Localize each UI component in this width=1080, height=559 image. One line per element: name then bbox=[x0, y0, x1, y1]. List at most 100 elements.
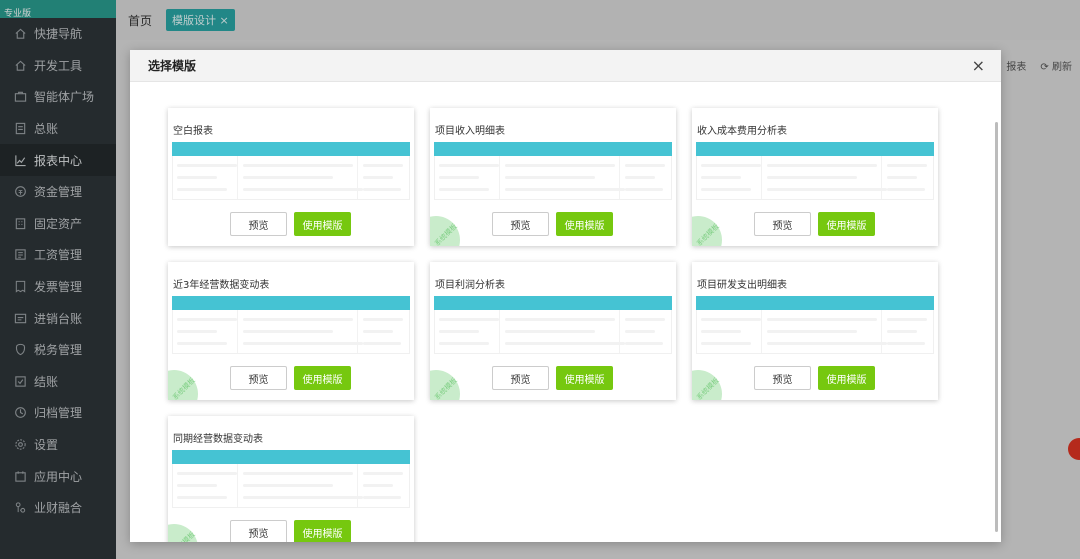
thumbnail-row-line bbox=[177, 472, 237, 475]
template-card-title: 项目收入明细表 bbox=[435, 126, 505, 137]
modal-scrollbar[interactable] bbox=[995, 122, 998, 532]
modal-title: 选择模版 bbox=[148, 59, 197, 73]
thumbnail-row-line bbox=[243, 496, 363, 499]
template-card-title: 收入成本费用分析表 bbox=[697, 126, 787, 137]
thumbnail-row-line bbox=[767, 342, 887, 345]
select-template-modal: 选择模版 × 空白报表 预览 使用模版 项目收入明细表 系统模板 预览 使用模版 收入成本费用… bbox=[130, 50, 1001, 542]
thumbnail-column-divider bbox=[499, 156, 500, 199]
preview-button[interactable]: 预览 bbox=[230, 212, 287, 236]
preview-button[interactable]: 预览 bbox=[230, 366, 287, 390]
thumbnail-column-divider bbox=[499, 310, 500, 353]
thumbnail-row-line bbox=[243, 472, 353, 475]
thumbnail-row-line bbox=[243, 484, 333, 487]
template-card: 同期经营数据变动表系统模板预览使用模版 bbox=[168, 416, 414, 542]
use-template-button[interactable]: 使用模版 bbox=[556, 366, 613, 390]
thumbnail-row-line bbox=[439, 176, 479, 179]
preview-button[interactable]: 预览 bbox=[230, 520, 287, 542]
thumbnail-column-divider bbox=[619, 156, 620, 199]
thumbnail-column-divider bbox=[237, 464, 238, 507]
thumbnail-row-line bbox=[505, 342, 625, 345]
template-card-actions: 预览 使用模版 bbox=[754, 212, 875, 236]
thumbnail-row-line bbox=[625, 342, 663, 345]
template-thumbnail bbox=[172, 450, 410, 508]
thumbnail-row-line bbox=[177, 176, 217, 179]
thumbnail-column-divider bbox=[357, 464, 358, 507]
preview-button[interactable]: 预览 bbox=[492, 366, 549, 390]
thumbnail-row-line bbox=[243, 330, 333, 333]
thumbnail-row-line bbox=[177, 484, 217, 487]
modal-header: 选择模版 × bbox=[130, 50, 1001, 82]
thumbnail-row-line bbox=[701, 318, 761, 321]
use-template-button[interactable]: 使用模版 bbox=[556, 212, 613, 236]
thumbnail-row-line bbox=[505, 176, 595, 179]
template-card-actions: 预览 使用模版 bbox=[230, 212, 351, 236]
thumbnail-row-line bbox=[767, 318, 877, 321]
template-card: 空白报表 预览 使用模版 bbox=[168, 108, 414, 246]
thumbnail-row-line bbox=[625, 164, 665, 167]
template-card: 收入成本费用分析表 系统模板 预览 使用模版 bbox=[692, 108, 938, 246]
template-card-actions: 预览 使用模版 bbox=[492, 366, 613, 390]
thumbnail-row-line bbox=[701, 342, 751, 345]
thumbnail-row-line bbox=[887, 176, 917, 179]
template-card-title: 近3年经营数据变动表 bbox=[173, 280, 270, 291]
thumbnail-row-line bbox=[505, 330, 595, 333]
thumbnail-row-line bbox=[177, 164, 237, 167]
thumbnail-row-line bbox=[767, 188, 887, 191]
thumbnail-row-line bbox=[439, 188, 489, 191]
template-card: 近3年经营数据变动表 系统模板 预览 使用模版 bbox=[168, 262, 414, 400]
thumbnail-row-line bbox=[767, 176, 857, 179]
thumbnail-row-line bbox=[625, 176, 655, 179]
use-template-button[interactable]: 使用模版 bbox=[818, 212, 875, 236]
template-thumbnail bbox=[434, 296, 672, 354]
modal-body[interactable]: 空白报表 预览 使用模版 项目收入明细表 系统模板 预览 使用模版 收入成本费用分析表 系统模板… bbox=[130, 82, 1001, 542]
thumbnail-row-line bbox=[363, 484, 393, 487]
preview-button[interactable]: 预览 bbox=[754, 366, 811, 390]
thumbnail-row-line bbox=[701, 188, 751, 191]
thumbnail-row-line bbox=[177, 330, 217, 333]
thumbnail-row-line bbox=[363, 176, 393, 179]
thumbnail-table bbox=[696, 156, 934, 200]
thumbnail-table bbox=[434, 156, 672, 200]
thumbnail-row-line bbox=[177, 188, 227, 191]
thumbnail-row-line bbox=[363, 330, 393, 333]
thumbnail-row-line bbox=[701, 176, 741, 179]
template-card: 项目研发支出明细表 系统模板 预览 使用模版 bbox=[692, 262, 938, 400]
thumbnail-row-line bbox=[767, 330, 857, 333]
template-card-title: 项目利润分析表 bbox=[435, 280, 505, 291]
use-template-button[interactable]: 使用模版 bbox=[294, 366, 351, 390]
close-icon[interactable]: × bbox=[972, 56, 985, 75]
thumbnail-row-line bbox=[887, 318, 927, 321]
template-card-actions: 预览 使用模版 bbox=[754, 366, 875, 390]
use-template-button[interactable]: 使用模版 bbox=[294, 520, 351, 542]
thumbnail-column-divider bbox=[761, 156, 762, 199]
template-thumbnail bbox=[172, 296, 410, 354]
thumbnail-table bbox=[434, 310, 672, 354]
thumbnail-row-line bbox=[363, 496, 401, 499]
thumbnail-row-line bbox=[701, 330, 741, 333]
thumbnail-row-line bbox=[243, 176, 333, 179]
thumbnail-row-line bbox=[243, 318, 353, 321]
thumbnail-header-bar bbox=[172, 450, 410, 464]
template-card-title: 同期经营数据变动表 bbox=[173, 434, 263, 445]
thumbnail-row-line bbox=[243, 164, 353, 167]
thumbnail-table bbox=[172, 310, 410, 354]
thumbnail-row-line bbox=[701, 164, 761, 167]
thumbnail-row-line bbox=[177, 342, 227, 345]
template-card-title: 项目研发支出明细表 bbox=[697, 280, 787, 291]
thumbnail-row-line bbox=[363, 472, 403, 475]
thumbnail-row-line bbox=[439, 164, 499, 167]
thumbnail-column-divider bbox=[881, 310, 882, 353]
thumbnail-header-bar bbox=[696, 296, 934, 310]
template-card: 项目利润分析表 系统模板 预览 使用模版 bbox=[430, 262, 676, 400]
thumbnail-row-line bbox=[439, 342, 489, 345]
thumbnail-table bbox=[172, 156, 410, 200]
thumbnail-column-divider bbox=[881, 156, 882, 199]
use-template-button[interactable]: 使用模版 bbox=[818, 366, 875, 390]
use-template-button[interactable]: 使用模版 bbox=[294, 212, 351, 236]
thumbnail-row-line bbox=[505, 188, 625, 191]
thumbnail-header-bar bbox=[434, 296, 672, 310]
thumbnail-column-divider bbox=[357, 310, 358, 353]
thumbnail-row-line bbox=[363, 342, 401, 345]
preview-button[interactable]: 预览 bbox=[492, 212, 549, 236]
preview-button[interactable]: 预览 bbox=[754, 212, 811, 236]
